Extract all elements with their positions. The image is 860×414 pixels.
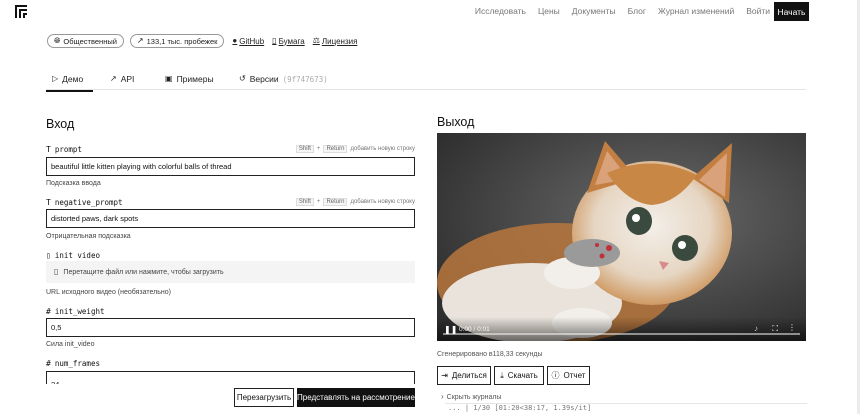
tab-demo-label: Демо xyxy=(62,74,84,84)
nav-sign-in[interactable]: Войти xyxy=(746,6,770,16)
tab-versions[interactable]: ↺ Версии (9f747673) xyxy=(239,74,328,84)
scale-icon: ⚖ xyxy=(312,36,320,45)
replicate-logo-icon[interactable] xyxy=(14,4,28,18)
top-bar: Исследовать Цены Документы Блог Журнал и… xyxy=(0,0,860,22)
document-icon: ▯ xyxy=(272,36,277,45)
negative-prompt-help: Отрицательная подсказка xyxy=(46,233,131,240)
info-icon: ⓘ xyxy=(551,370,560,380)
model-tabs: ▷ Демо ↗ API ▣ Примеры ↺ Версии (9f74767… xyxy=(45,68,806,92)
submit-button[interactable]: Представлять на рассмотрение xyxy=(297,388,415,407)
download-button[interactable]: ⤓ Скачать xyxy=(494,366,544,385)
download-icon: ⤓ xyxy=(500,370,504,380)
video-progress[interactable] xyxy=(443,333,800,335)
chevron-icon: › xyxy=(441,392,444,401)
visibility-badge: 🌐︎ Общественный xyxy=(47,34,124,48)
tab-demo[interactable]: ▷ Демо xyxy=(45,74,94,92)
newline-hint: Shift + Return добавить новую строку xyxy=(295,198,415,206)
paper-link[interactable]: ▯ Бумага xyxy=(272,37,305,46)
github-link[interactable]: ● GitHub xyxy=(232,37,264,46)
bolt-icon: ↗ xyxy=(110,74,117,83)
license-label: Лицензия xyxy=(321,36,358,46)
hide-logs-toggle[interactable]: › Скрыть журналы xyxy=(441,393,501,401)
init-weight-input[interactable]: 0,5 xyxy=(46,318,415,337)
file-icon: ▯ xyxy=(54,267,59,276)
nav-blog[interactable]: Блог xyxy=(628,6,646,16)
nav-explore[interactable]: Исследовать xyxy=(475,6,526,16)
prompt-label: T prompt xyxy=(46,144,82,154)
init-weight-label: # init_weight xyxy=(46,306,105,316)
negative-prompt-label: T negative_prompt xyxy=(46,197,123,207)
file-icon: ▯ xyxy=(46,250,51,260)
init-weight-help: Сила init_video xyxy=(46,341,95,348)
mute-icon[interactable]: ♪ xyxy=(754,324,758,333)
top-nav: Исследовать Цены Документы Блог Журнал и… xyxy=(475,0,770,22)
tab-versions-label: Версии xyxy=(249,74,279,84)
num-frames-input[interactable]: 24 xyxy=(46,371,415,384)
tab-api[interactable]: ↗ API xyxy=(110,74,134,84)
more-icon[interactable]: ⋮ xyxy=(788,323,796,332)
hash-icon: # xyxy=(46,306,51,316)
tab-examples[interactable]: ▣ Примеры xyxy=(165,74,214,84)
text-type-icon: T xyxy=(46,197,51,207)
num-frames-label: # num_frames xyxy=(46,358,100,368)
nav-changelog[interactable]: Журнал изменений xyxy=(658,6,734,16)
start-button[interactable]: Начать xyxy=(774,2,809,21)
prompt-input[interactable]: beautiful little kitten playing with col… xyxy=(46,157,415,176)
github-label: GitHub xyxy=(239,36,265,46)
paper-label: Бумага xyxy=(278,36,305,46)
share-button[interactable]: ⇥ Делиться xyxy=(437,366,491,385)
tab-api-label: API xyxy=(120,74,135,84)
file-dropzone[interactable]: ▯ Перетащите файл или нажмите, чтобы заг… xyxy=(46,261,415,283)
nav-pricing[interactable]: Цены xyxy=(538,6,560,16)
github-icon: ● xyxy=(232,36,238,45)
tab-examples-label: Примеры xyxy=(176,74,214,84)
init-video-label: ▯ init video xyxy=(46,250,100,260)
prompt-help: Подсказка ввода xyxy=(46,180,101,187)
model-meta: 🌐︎ Общественный ↗ 133,1 тыс. пробежек ● … xyxy=(47,34,357,48)
report-button[interactable]: ⓘ Отчет xyxy=(547,366,590,385)
visibility-label: Общественный xyxy=(63,36,117,46)
license-link[interactable]: ⚖ Лицензия xyxy=(313,37,358,46)
generation-time: Сгенерировано в118,33 секунды xyxy=(437,351,543,358)
video-time: 0:00 / 0:01 xyxy=(459,326,490,333)
hash-icon: # xyxy=(46,358,51,368)
newline-hint: Shift + Return добавить новую строку xyxy=(295,145,415,153)
rocket-icon: ↗ xyxy=(136,36,144,45)
play-icon: ▷ xyxy=(52,74,59,83)
reset-button[interactable]: Перезагрузить xyxy=(234,388,294,407)
history-icon: ↺ xyxy=(239,74,246,83)
output-title: Выход xyxy=(437,115,475,129)
runs-label: 133,1 тыс. пробежек xyxy=(146,36,218,46)
version-hash: (9f747673) xyxy=(282,74,328,84)
video-controls: ❚❚ 0:00 / 0:01 ♪ ⛶ ⋮ xyxy=(437,317,806,341)
init-video-help: URL исходного видео (необязательно) xyxy=(46,289,171,296)
globe-icon: 🌐︎ xyxy=(54,36,61,45)
text-type-icon: T xyxy=(46,144,51,154)
nav-docs[interactable]: Документы xyxy=(572,6,616,16)
log-output: ... | 1/30 [01:20<38:17, 1.39s/it] xyxy=(445,403,807,414)
dropzone-text: Перетащите файл или нажмите, чтобы загру… xyxy=(63,268,224,276)
negative-prompt-input[interactable]: distorted paws, dark spots xyxy=(46,209,415,228)
input-title: Вход xyxy=(46,117,75,131)
output-video[interactable]: ❚❚ 0:00 / 0:01 ♪ ⛶ ⋮ xyxy=(437,133,806,341)
share-icon: ⇥ xyxy=(441,370,448,380)
runs-badge: ↗ 133,1 тыс. пробежек xyxy=(129,34,225,48)
kitten-video-frame xyxy=(437,133,806,341)
image-icon: ▣ xyxy=(165,74,173,83)
